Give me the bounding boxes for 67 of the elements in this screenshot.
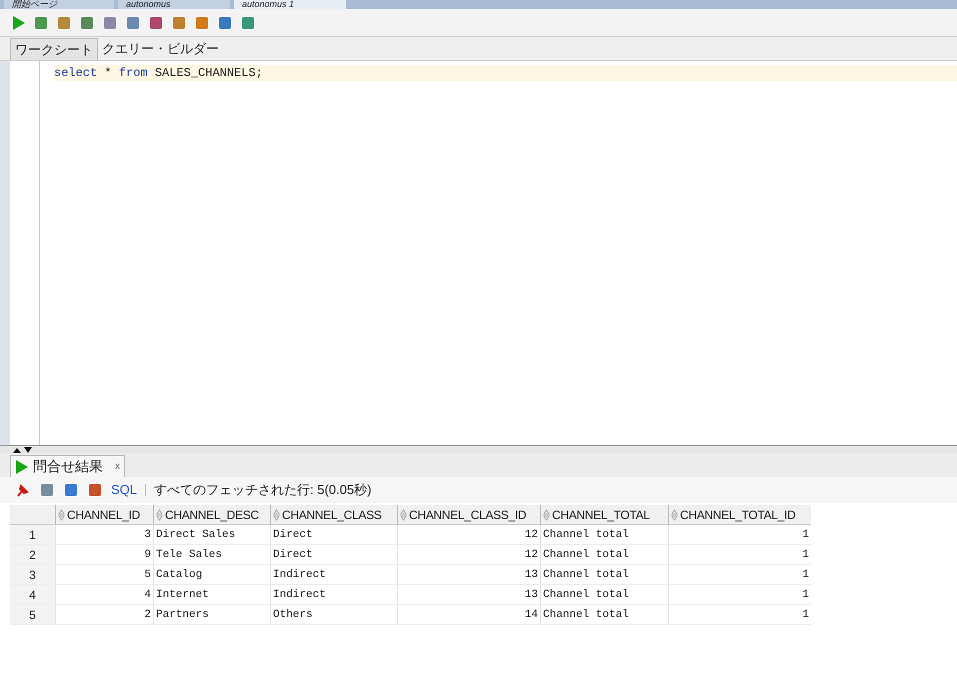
column-header-label: CHANNEL_TOTAL_ID (680, 506, 796, 524)
table-cell: Direct (270, 525, 397, 544)
sort-icon[interactable] (58, 508, 65, 520)
column-header-label: CHANNEL_DESC (165, 506, 259, 524)
table-cell: Direct Sales (153, 525, 270, 544)
table-cell: 3 (55, 525, 153, 544)
table-cell: Catalog (153, 565, 270, 584)
row-number: 3 (10, 565, 55, 584)
table-cell: 12 (397, 525, 540, 544)
run-icon (15, 458, 29, 474)
sort-icon[interactable] (671, 508, 678, 520)
table-cell: 1 (668, 565, 811, 584)
table-cell: Tele Sales (153, 545, 270, 564)
editor-tab[interactable]: ワークシート (10, 38, 98, 60)
row-number: 5 (10, 605, 55, 624)
pin-icon[interactable] (15, 482, 31, 498)
table-cell: 14 (397, 605, 540, 624)
table-cell: Internet (153, 585, 270, 604)
table-cell: Channel total (540, 545, 668, 564)
table-cell: Partners (153, 605, 270, 624)
row-number: 4 (10, 585, 55, 604)
table-cell: 13 (397, 565, 540, 584)
column-header[interactable]: CHANNEL_CLASS_ID (397, 505, 540, 524)
results-tab-label: 問合せ結果 (33, 457, 103, 476)
table-cell: 12 (397, 545, 540, 564)
table-cell: Channel total (540, 565, 668, 584)
fetch-status: すべてのフェッチされた行: 5(0.05秒) (154, 481, 372, 500)
column-header[interactable]: CHANNEL_DESC (153, 505, 270, 524)
table-cell: 5 (55, 565, 153, 584)
sort-icon[interactable] (543, 508, 550, 520)
row-number: 1 (10, 525, 55, 544)
run-icon[interactable] (12, 14, 26, 30)
table-cell: Others (270, 605, 397, 624)
table-cell: Channel total (540, 525, 668, 544)
table-cell: Indirect (270, 565, 397, 584)
sql-link[interactable]: SQL (111, 480, 138, 500)
results-tab[interactable]: 問合せ結果 x (10, 455, 125, 477)
table-cell: 13 (397, 585, 540, 604)
editor-tab[interactable]: クエリー・ビルダー (98, 38, 223, 60)
table-cell: Channel total (540, 605, 668, 624)
document-tab[interactable]: autonomus (118, 0, 230, 9)
table-cell: 1 (668, 545, 811, 564)
document-tab[interactable]: autonomus 1 (234, 0, 346, 9)
table-cell: 1 (668, 525, 811, 544)
table-cell: 4 (55, 585, 153, 604)
sort-icon[interactable] (400, 508, 407, 520)
table-cell: 2 (55, 605, 153, 624)
table-cell: 1 (668, 585, 811, 604)
table-cell: 1 (668, 605, 811, 624)
table-cell: Indirect (270, 585, 397, 604)
splitter-arrows-icon[interactable] (12, 446, 34, 452)
column-header-label: CHANNEL_TOTAL (552, 506, 650, 524)
column-header-label: CHANNEL_CLASS (282, 506, 382, 524)
table-cell: Direct (270, 545, 397, 564)
close-button[interactable]: x (115, 459, 120, 474)
column-header-label: CHANNEL_ID (67, 506, 140, 524)
table-cell: 9 (55, 545, 153, 564)
document-tab[interactable]: 開始ページ (4, 0, 114, 9)
column-header[interactable]: CHANNEL_CLASS (270, 505, 397, 524)
sort-icon[interactable] (273, 508, 280, 520)
row-number: 2 (10, 545, 55, 564)
table-cell: Channel total (540, 585, 668, 604)
column-header[interactable]: CHANNEL_ID (55, 505, 153, 524)
sort-icon[interactable] (156, 508, 163, 520)
column-header-label: CHANNEL_CLASS_ID (409, 506, 526, 524)
column-header[interactable]: CHANNEL_TOTAL (540, 505, 668, 524)
column-header[interactable]: CHANNEL_TOTAL_ID (668, 505, 811, 524)
